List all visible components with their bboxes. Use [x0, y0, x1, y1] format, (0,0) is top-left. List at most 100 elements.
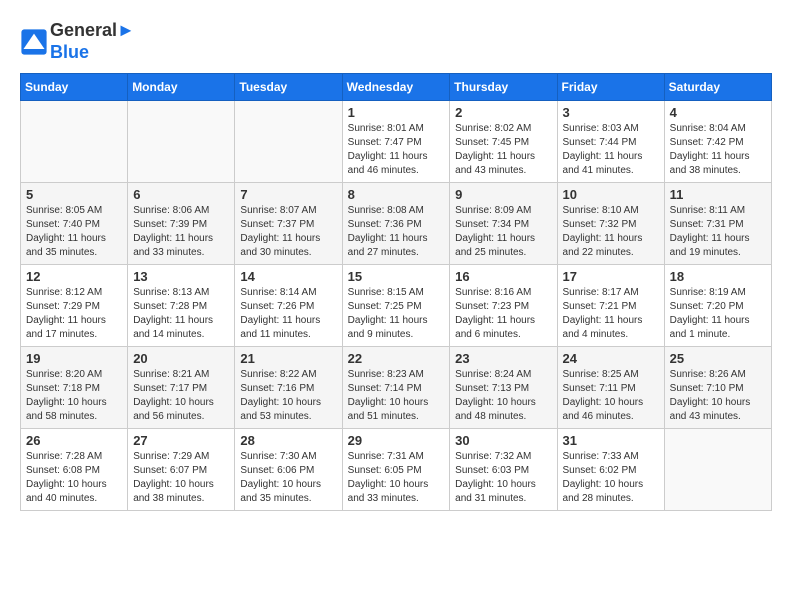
day-number: 5 — [26, 187, 122, 202]
day-cell-6: 6 Sunrise: 8:06 AM Sunset: 7:39 PM Daylig… — [128, 183, 235, 265]
day-cell-8: 8Sunrise: 8:08 AM Sunset: 7:36 PM Daylig… — [342, 183, 450, 265]
day-info: Sunrise: 7:30 AM Sunset: 6:06 PM Dayligh… — [240, 450, 336, 506]
day-cell-1: 1 Sunrise: 8:01 AM Sunset: 7:47 PM Daylig… — [342, 101, 450, 183]
day-info: Sunrise: 8:23 AM Sunset: 7:14 PM Dayligh… — [348, 368, 445, 424]
day-header-saturday: Saturday — [664, 74, 771, 101]
day-info: Sunrise: 8:25 AM Sunset: 7:11 PM Dayligh… — [563, 368, 659, 424]
day-info: Sunrise: 8:02 AM Sunset: 7:45 PM Dayligh… — [455, 122, 551, 178]
day-cell-15: 15 Sunrise: 8:15 AM Sunset: 7:25 PM Dayli… — [342, 265, 450, 347]
day-cell-11: 11 Sunrise: 8:11 AM Sunset: 7:31 PM Dayli… — [664, 183, 771, 265]
day-cell-25: 25 Sunrise: 8:26 AM Sunset: 7:10 PM Dayli… — [664, 347, 771, 429]
day-info: Sunrise: 8:05 AM Sunset: 7:40 PM Dayligh… — [26, 204, 122, 260]
day-cell-4: 4Sunrise: 8:04 AM Sunset: 7:42 PM Daylig… — [664, 101, 771, 183]
day-cell-24: 24 Sunrise: 8:25 AM Sunset: 7:11 PM Dayli… — [557, 347, 664, 429]
day-number: 25 — [670, 351, 766, 366]
day-number: 15 — [348, 269, 445, 284]
day-info: Sunrise: 7:32 AM Sunset: 6:03 PM Dayligh… — [455, 450, 551, 506]
day-number: 22 — [348, 351, 445, 366]
day-info: Sunrise: 8:22 AM Sunset: 7:16 PM Dayligh… — [240, 368, 336, 424]
day-number: 28 — [240, 433, 336, 448]
day-info: Sunrise: 8:20 AM Sunset: 7:18 PM Dayligh… — [26, 368, 122, 424]
day-cell-31: 31 Sunrise: 7:33 AM Sunset: 6:02 PM Dayli… — [557, 429, 664, 511]
day-number: 2 — [455, 105, 551, 120]
day-info: Sunrise: 7:33 AM Sunset: 6:02 PM Dayligh… — [563, 450, 659, 506]
day-info: Sunrise: 8:14 AM Sunset: 7:26 PM Dayligh… — [240, 286, 336, 342]
day-number: 10 — [563, 187, 659, 202]
day-cell-21: 21 Sunrise: 8:22 AM Sunset: 7:16 PM Dayli… — [235, 347, 342, 429]
day-number: 30 — [455, 433, 551, 448]
day-info: Sunrise: 8:06 AM Sunset: 7:39 PM Dayligh… — [133, 204, 229, 260]
logo-icon — [20, 28, 48, 56]
calendar-header-row: SundayMondayTuesdayWednesdayThursdayFrid… — [21, 74, 772, 101]
day-header-wednesday: Wednesday — [342, 74, 450, 101]
day-info: Sunrise: 8:09 AM Sunset: 7:34 PM Dayligh… — [455, 204, 551, 260]
week-row-3: 12 Sunrise: 8:12 AM Sunset: 7:29 PM Dayli… — [21, 265, 772, 347]
week-row-1: 1 Sunrise: 8:01 AM Sunset: 7:47 PM Daylig… — [21, 101, 772, 183]
day-info: Sunrise: 8:07 AM Sunset: 7:37 PM Dayligh… — [240, 204, 336, 260]
empty-cell — [128, 101, 235, 183]
day-info: Sunrise: 7:31 AM Sunset: 6:05 PM Dayligh… — [348, 450, 445, 506]
day-header-friday: Friday — [557, 74, 664, 101]
day-cell-28: 28 Sunrise: 7:30 AM Sunset: 6:06 PM Dayli… — [235, 429, 342, 511]
day-cell-29: 29 Sunrise: 7:31 AM Sunset: 6:05 PM Dayli… — [342, 429, 450, 511]
day-info: Sunrise: 8:04 AM Sunset: 7:42 PM Dayligh… — [670, 122, 766, 178]
day-number: 9 — [455, 187, 551, 202]
day-cell-16: 16Sunrise: 8:16 AM Sunset: 7:23 PM Dayli… — [450, 265, 557, 347]
day-number: 23 — [455, 351, 551, 366]
logo-text: General► Blue — [50, 20, 135, 63]
day-number: 24 — [563, 351, 659, 366]
day-header-tuesday: Tuesday — [235, 74, 342, 101]
page-header: General► Blue — [20, 20, 772, 63]
day-cell-19: 19 Sunrise: 8:20 AM Sunset: 7:18 PM Dayli… — [21, 347, 128, 429]
day-info: Sunrise: 8:24 AM Sunset: 7:13 PM Dayligh… — [455, 368, 551, 424]
day-header-thursday: Thursday — [450, 74, 557, 101]
day-cell-20: 20Sunrise: 8:21 AM Sunset: 7:17 PM Dayli… — [128, 347, 235, 429]
day-info: Sunrise: 8:26 AM Sunset: 7:10 PM Dayligh… — [670, 368, 766, 424]
week-row-5: 26 Sunrise: 7:28 AM Sunset: 6:08 PM Dayli… — [21, 429, 772, 511]
day-info: Sunrise: 8:01 AM Sunset: 7:47 PM Dayligh… — [348, 122, 445, 178]
day-info: Sunrise: 8:03 AM Sunset: 7:44 PM Dayligh… — [563, 122, 659, 178]
day-info: Sunrise: 7:29 AM Sunset: 6:07 PM Dayligh… — [133, 450, 229, 506]
day-number: 19 — [26, 351, 122, 366]
day-info: Sunrise: 8:19 AM Sunset: 7:20 PM Dayligh… — [670, 286, 766, 342]
day-number: 6 — [133, 187, 229, 202]
day-cell-2: 2 Sunrise: 8:02 AM Sunset: 7:45 PM Daylig… — [450, 101, 557, 183]
day-cell-10: 10 Sunrise: 8:10 AM Sunset: 7:32 PM Dayli… — [557, 183, 664, 265]
day-header-sunday: Sunday — [21, 74, 128, 101]
day-number: 7 — [240, 187, 336, 202]
day-number: 12 — [26, 269, 122, 284]
day-info: Sunrise: 8:11 AM Sunset: 7:31 PM Dayligh… — [670, 204, 766, 260]
day-info: Sunrise: 8:12 AM Sunset: 7:29 PM Dayligh… — [26, 286, 122, 342]
day-number: 11 — [670, 187, 766, 202]
calendar-table: SundayMondayTuesdayWednesdayThursdayFrid… — [20, 73, 772, 511]
day-info: Sunrise: 7:28 AM Sunset: 6:08 PM Dayligh… — [26, 450, 122, 506]
day-cell-26: 26 Sunrise: 7:28 AM Sunset: 6:08 PM Dayli… — [21, 429, 128, 511]
day-number: 29 — [348, 433, 445, 448]
day-info: Sunrise: 8:17 AM Sunset: 7:21 PM Dayligh… — [563, 286, 659, 342]
day-cell-23: 23 Sunrise: 8:24 AM Sunset: 7:13 PM Dayli… — [450, 347, 557, 429]
day-info: Sunrise: 8:21 AM Sunset: 7:17 PM Dayligh… — [133, 368, 229, 424]
day-cell-7: 7 Sunrise: 8:07 AM Sunset: 7:37 PM Daylig… — [235, 183, 342, 265]
day-number: 31 — [563, 433, 659, 448]
day-number: 3 — [563, 105, 659, 120]
day-cell-3: 3 Sunrise: 8:03 AM Sunset: 7:44 PM Daylig… — [557, 101, 664, 183]
day-number: 16 — [455, 269, 551, 284]
day-number: 13 — [133, 269, 229, 284]
day-cell-18: 18 Sunrise: 8:19 AM Sunset: 7:20 PM Dayli… — [664, 265, 771, 347]
empty-cell — [235, 101, 342, 183]
day-info: Sunrise: 8:15 AM Sunset: 7:25 PM Dayligh… — [348, 286, 445, 342]
day-cell-14: 14Sunrise: 8:14 AM Sunset: 7:26 PM Dayli… — [235, 265, 342, 347]
day-number: 26 — [26, 433, 122, 448]
empty-cell — [21, 101, 128, 183]
week-row-4: 19 Sunrise: 8:20 AM Sunset: 7:18 PM Dayli… — [21, 347, 772, 429]
day-number: 17 — [563, 269, 659, 284]
week-row-2: 5 Sunrise: 8:05 AM Sunset: 7:40 PM Daylig… — [21, 183, 772, 265]
day-cell-30: 30 Sunrise: 7:32 AM Sunset: 6:03 PM Dayli… — [450, 429, 557, 511]
day-number: 18 — [670, 269, 766, 284]
day-header-monday: Monday — [128, 74, 235, 101]
day-info: Sunrise: 8:10 AM Sunset: 7:32 PM Dayligh… — [563, 204, 659, 260]
day-number: 1 — [348, 105, 445, 120]
empty-cell — [664, 429, 771, 511]
day-number: 21 — [240, 351, 336, 366]
day-cell-17: 17 Sunrise: 8:17 AM Sunset: 7:21 PM Dayli… — [557, 265, 664, 347]
